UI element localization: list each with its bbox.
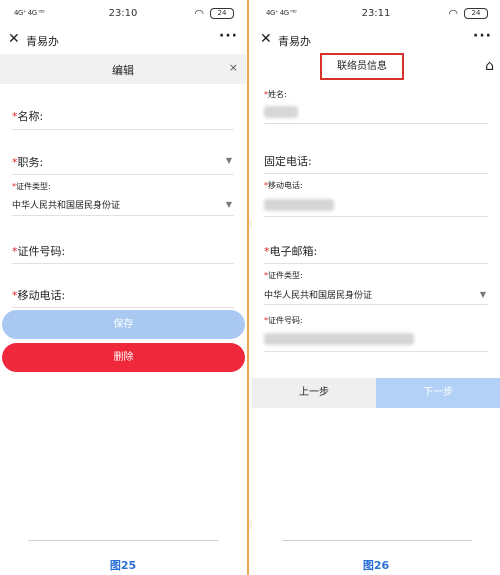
battery-icon: 24	[464, 8, 488, 19]
status-bar: 4G⁺ 4G ᴴᴰ 23:11 ◠ 24	[252, 0, 500, 28]
contact-id-type-value: 中华人民共和国居民身份证	[264, 291, 373, 301]
more-icon[interactable]: ···	[219, 28, 238, 44]
contact-id-type-label: 证件类型:	[268, 271, 303, 280]
app-title: 青易办	[26, 35, 59, 48]
delete-button[interactable]: 删除	[2, 343, 245, 372]
mobile-label: 移动电话:	[17, 289, 66, 302]
phone-screen-edit: 4G⁺ 4G ᴴᴰ 23:10 ◠ 24 ✕ 青易办 ··· 编辑 × *名称:…	[0, 0, 246, 575]
home-indicator	[282, 540, 472, 541]
home-indicator	[28, 540, 218, 541]
divider	[247, 0, 249, 575]
wifi-icon: ◠	[194, 7, 204, 20]
name-field[interactable]: *名称:	[12, 100, 234, 130]
position-select[interactable]: *职务: ▼	[12, 145, 234, 175]
more-icon[interactable]: ···	[473, 28, 492, 44]
redacted-value	[264, 199, 334, 211]
title-bar: ✕ 青易办 ···	[0, 28, 246, 54]
title-bar: ✕ 青易办 ···	[252, 28, 500, 54]
chevron-down-icon: ▼	[225, 200, 232, 209]
id-type-value: 中华人民共和国居民身份证	[12, 201, 121, 211]
position-label: 职务:	[17, 156, 44, 169]
id-number-field[interactable]: *证件号码:	[12, 234, 234, 264]
save-button[interactable]: 保存	[2, 310, 245, 339]
id-number-label: 证件号码:	[17, 245, 66, 258]
page-title: 联络员信息	[337, 61, 387, 72]
step-navigation: 上一步 下一步	[252, 378, 500, 408]
previous-step-button[interactable]: 上一步	[252, 378, 376, 408]
chevron-down-icon: ▼	[479, 290, 486, 299]
id-type-label: 证件类型:	[16, 182, 51, 191]
email-label: 电子邮箱:	[269, 245, 318, 258]
contact-id-number-label: 证件号码:	[268, 316, 303, 325]
sub-header: 编辑 ×	[0, 54, 246, 84]
next-step-button[interactable]: 下一步	[376, 378, 500, 408]
figure-caption: 图25	[109, 559, 137, 572]
id-type-select[interactable]: *证件类型: 中华人民共和国居民身份证 ▼	[12, 178, 234, 216]
figure-caption: 图26	[362, 559, 390, 572]
mobile-field[interactable]: *移动电话:	[12, 278, 234, 308]
phone-screen-contact: 4G⁺ 4G ᴴᴰ 23:11 ◠ 24 ✕ 青易办 ··· 联络员信息 ⌂ *…	[252, 0, 500, 575]
close-icon[interactable]: ×	[229, 61, 238, 74]
redacted-value	[264, 106, 298, 118]
redacted-value	[264, 333, 414, 345]
status-bar: 4G⁺ 4G ᴴᴰ 23:10 ◠ 24	[0, 0, 246, 28]
contact-id-type-select[interactable]: *证件类型: 中华人民共和国居民身份证 ▼	[264, 267, 488, 305]
contact-mobile-label: 移动电话:	[268, 181, 303, 190]
contact-name-field[interactable]: *姓名:	[264, 86, 488, 124]
name-label: 名称:	[17, 110, 44, 123]
status-time: 23:11	[361, 8, 391, 19]
contact-id-number-field[interactable]: *证件号码:	[264, 312, 488, 352]
chevron-down-icon: ▼	[225, 156, 232, 165]
contact-mobile-field[interactable]: *移动电话:	[264, 177, 488, 217]
page-title: 编辑	[112, 64, 134, 77]
close-icon[interactable]: ✕	[8, 31, 20, 47]
app-title: 青易办	[278, 35, 311, 48]
landline-field[interactable]: 固定电话:	[264, 146, 488, 174]
wifi-icon: ◠	[448, 7, 458, 20]
page-title-highlight: 联络员信息	[320, 53, 404, 80]
close-icon[interactable]: ✕	[260, 31, 272, 47]
landline-label: 固定电话:	[264, 155, 312, 168]
battery-icon: 24	[210, 8, 234, 19]
contact-name-label: 姓名:	[268, 90, 287, 99]
email-field[interactable]: *电子邮箱:	[264, 236, 488, 264]
home-icon[interactable]: ⌂	[485, 58, 494, 74]
